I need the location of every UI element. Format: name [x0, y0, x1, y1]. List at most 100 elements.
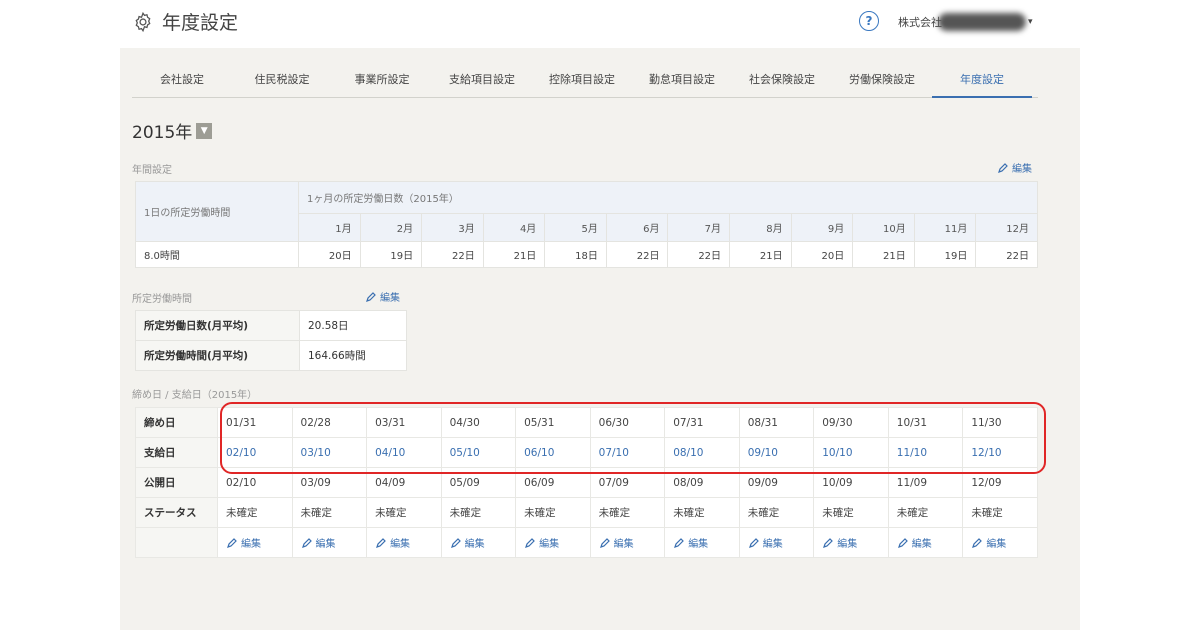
tab-2[interactable]: 事業所設定: [332, 70, 432, 97]
days-header: 1ヶ月の所定労働日数（2015年）: [298, 181, 1038, 214]
year-label: 2015年: [132, 123, 193, 143]
tab-5[interactable]: 勤怠項目設定: [632, 70, 732, 97]
month-edit-link[interactable]: 編集: [589, 527, 666, 558]
month-days: 22日: [605, 241, 669, 268]
pencil-icon: [823, 538, 834, 548]
month-header: 7月: [667, 213, 731, 242]
page-title: 年度設定: [132, 8, 238, 35]
help-icon[interactable]: ?: [859, 11, 879, 31]
month-days: 22日: [667, 241, 731, 268]
year-selector[interactable]: 2015年 ▼: [132, 118, 213, 143]
month-edit-link[interactable]: 編集: [738, 527, 815, 558]
scheduled-edit-link[interactable]: 編集: [365, 289, 400, 304]
edit-label: 編集: [1012, 164, 1032, 175]
month-edit-link[interactable]: 編集: [515, 527, 591, 558]
tab-4[interactable]: 控除項目設定: [532, 70, 632, 97]
pencil-icon: [525, 538, 535, 548]
month-edit-link[interactable]: 編集: [440, 527, 517, 558]
month-edit-link[interactable]: 編集: [887, 527, 964, 558]
publish-label: 公開日: [135, 467, 218, 498]
gear-icon: [135, 11, 151, 32]
status-value: 未確定: [664, 497, 740, 528]
status-value: 未確定: [217, 497, 293, 528]
edit-label: 編集: [911, 539, 932, 550]
edit-row: 編集 編集 編集 編集 編集 編集 編集 編集 編集 編集 編集: [135, 527, 1038, 558]
settings-tabs: 会社設定 住民税設定 事業所設定 支給項目設定 控除項目設定 勤怠項目設定 社会保険設定 労働…: [132, 70, 1038, 98]
pencil-icon: [972, 538, 983, 548]
month-edit-link[interactable]: 編集: [962, 527, 1038, 558]
month-edit-link[interactable]: 編集: [217, 527, 293, 558]
edit-label: 編集: [464, 539, 485, 550]
edit-label: 編集: [241, 539, 261, 550]
edit-label: 編集: [380, 293, 400, 304]
month-days: 21日: [852, 241, 915, 268]
month-header: 6月: [605, 213, 669, 242]
month-header: 5月: [544, 213, 607, 242]
status-value: 未確定: [738, 497, 815, 528]
edit-label: 編集: [613, 539, 634, 550]
tab-8[interactable]: 年度設定: [932, 70, 1032, 98]
pencil-icon: [301, 538, 312, 548]
edit-label: 編集: [390, 539, 411, 550]
month-header: 3月: [421, 213, 484, 242]
annual-edit-link[interactable]: 編集: [997, 160, 1032, 175]
month-edit-link[interactable]: 編集: [664, 527, 740, 558]
month-header: 1月: [298, 213, 361, 242]
month-days: 19日: [913, 241, 977, 268]
tab-7[interactable]: 労働保険設定: [832, 70, 932, 97]
annual-section-label: 年間設定: [132, 165, 172, 176]
tab-6[interactable]: 社会保険設定: [732, 70, 832, 97]
month-header: 10月: [852, 213, 915, 242]
company-name: 株式会社: [898, 16, 942, 29]
month-header: 12月: [975, 213, 1038, 242]
hours-value: 8.0時間: [135, 241, 299, 268]
pay-label: 支給日: [135, 437, 218, 468]
pencil-icon: [227, 538, 237, 548]
chevron-down-icon[interactable]: ▼: [196, 122, 213, 139]
pencil-icon: [674, 538, 685, 548]
row-value: 20.58日: [299, 310, 407, 341]
month-edit-link[interactable]: 編集: [813, 527, 889, 558]
status-value: 未確定: [589, 497, 666, 528]
status-value: 未確定: [366, 497, 442, 528]
pencil-icon: [748, 538, 759, 548]
pencil-icon: [599, 538, 610, 548]
redacted-company-name: [938, 13, 1026, 31]
month-header: 4月: [482, 213, 546, 242]
month-days: 18日: [544, 241, 607, 268]
pencil-icon: [450, 538, 461, 548]
month-header: 9月: [790, 213, 854, 242]
month-edit-link[interactable]: 編集: [366, 527, 442, 558]
tab-3[interactable]: 支給項目設定: [432, 70, 532, 97]
table-row: 所定労働日数(月平均) 20.58日: [135, 310, 407, 341]
edit-row-label: [135, 527, 218, 558]
month-edit-link[interactable]: 編集: [291, 527, 368, 558]
month-days: 21日: [729, 241, 792, 268]
month-days: 22日: [975, 241, 1038, 268]
edit-label: 編集: [688, 539, 709, 550]
pencil-icon: [897, 538, 908, 548]
days-row: 8.0時間 20日 19日 22日 21日 18日 22日 22日 21日 20日 21日 19日 2…: [135, 241, 1038, 268]
month-days: 19日: [359, 241, 423, 268]
scheduled-section-label: 所定労働時間: [132, 294, 192, 305]
status-value: 未確定: [962, 497, 1038, 528]
month-days: 22日: [421, 241, 484, 268]
closing-section-label: 締め日 / 支給日（2015年）: [132, 390, 258, 401]
page-title-text: 年度設定: [162, 12, 239, 34]
annual-table: 1日の所定労働時間 1ヶ月の所定労働日数（2015年） 1月 2月 3月 4月 5月 6月…: [135, 181, 1038, 268]
status-value: 未確定: [291, 497, 368, 528]
tab-0[interactable]: 会社設定: [132, 70, 232, 97]
month-header: 2月: [359, 213, 423, 242]
edit-label: 編集: [539, 539, 560, 550]
closing-label: 締め日: [135, 407, 218, 438]
tab-1[interactable]: 住民税設定: [232, 70, 332, 97]
month-days: 20日: [298, 241, 361, 268]
pencil-icon: [366, 291, 376, 302]
month-days: 21日: [482, 241, 546, 268]
status-label: ステータス: [135, 497, 218, 528]
pencil-icon: [376, 538, 386, 548]
scheduled-table: 所定労働日数(月平均) 20.58日 所定労働時間(月平均) 164.66時間: [135, 310, 407, 371]
top-bar: 年度設定 ? 株式会社 ▾: [0, 0, 1200, 48]
edit-label: 編集: [986, 539, 1007, 550]
company-menu[interactable]: 株式会社 ▾: [898, 13, 1033, 31]
